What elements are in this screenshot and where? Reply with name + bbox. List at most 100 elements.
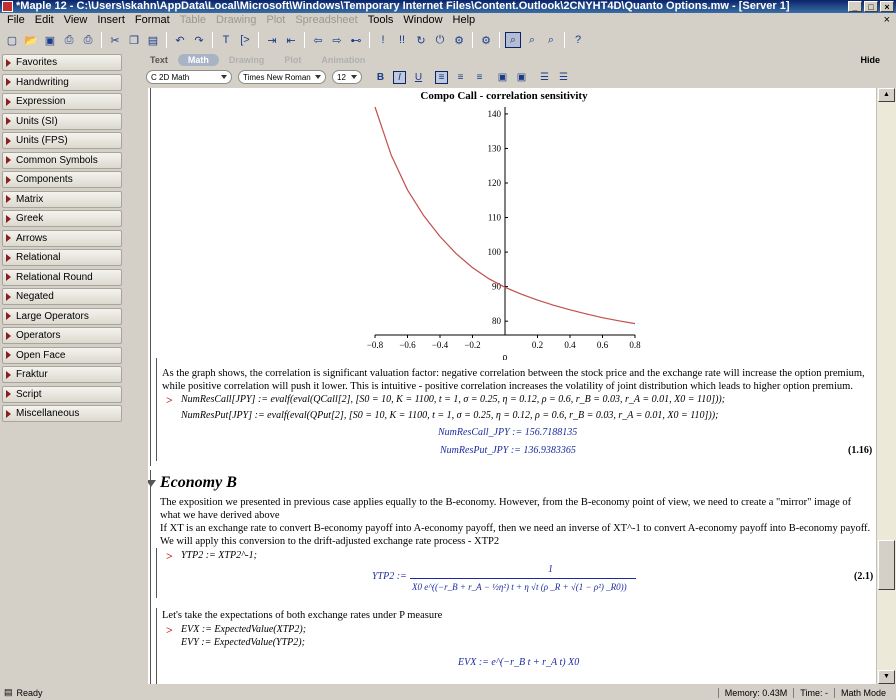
hide-toolbar-button[interactable]: Hide xyxy=(860,55,880,65)
open-icon[interactable]: 📂 xyxy=(23,32,39,48)
section-title: Economy B xyxy=(160,474,237,491)
menu-plot[interactable]: Plot xyxy=(261,13,290,28)
restart-icon[interactable]: ↻ xyxy=(413,32,429,48)
print-icon[interactable]: ⎙ xyxy=(61,32,77,48)
underline-button[interactable]: U xyxy=(412,71,425,84)
palette-handwriting[interactable]: Handwriting xyxy=(2,73,122,91)
numbered-list-icon[interactable]: ☰ xyxy=(557,71,570,84)
vertical-scrollbar[interactable]: ▲ ▼ xyxy=(876,88,896,684)
mode-tab-math[interactable]: Math xyxy=(177,54,219,66)
mode-tab-animation[interactable]: Animation xyxy=(311,54,375,66)
menu-tools[interactable]: Tools xyxy=(363,13,399,28)
expand-triangle-icon xyxy=(6,390,11,398)
math-input-numresput[interactable]: NumResPut[JPY] := evalf(eval(QPut[2], [S… xyxy=(181,410,718,421)
section-icon[interactable]: ⇥ xyxy=(264,32,280,48)
palette-units-fps[interactable]: Units (FPS) xyxy=(2,132,122,149)
scroll-down-button[interactable]: ▼ xyxy=(878,670,895,684)
align-right-icon[interactable]: ≡ xyxy=(473,71,486,84)
palette-expression[interactable]: Expression xyxy=(2,93,122,110)
palette-operators[interactable]: Operators xyxy=(2,327,122,344)
palette-arrows[interactable]: Arrows xyxy=(2,229,122,247)
zoom-1-icon[interactable]: ⌕ xyxy=(505,32,521,48)
palette-units-si[interactable]: Units (SI) xyxy=(2,112,122,130)
save-icon[interactable]: ▣ xyxy=(42,32,58,48)
forward-icon[interactable]: ⇨ xyxy=(329,32,345,48)
back-icon[interactable]: ⇦ xyxy=(310,32,326,48)
mode-tab-text[interactable]: Text xyxy=(140,54,178,66)
new-icon[interactable]: ▢ xyxy=(4,32,20,48)
execution-prompt[interactable]: > xyxy=(166,623,173,638)
worksheet-document[interactable]: Compo Call - correlation sensitivity −0.… xyxy=(148,88,876,684)
close-document-icon[interactable]: × xyxy=(884,14,890,26)
paragraph-economy-b: The exposition we presented in previous … xyxy=(160,497,852,521)
minimize-button[interactable]: _ xyxy=(848,1,862,12)
palette-open-face[interactable]: Open Face xyxy=(2,346,122,364)
interrupt-icon[interactable]: ⏻ xyxy=(432,32,448,48)
print-preview-icon[interactable]: ⎙ xyxy=(80,32,96,48)
zoom-3-icon[interactable]: ⌕ xyxy=(543,32,559,48)
math-input-numrescall[interactable]: NumResCall[JPY] := evalf(eval(QCall[2], … xyxy=(181,394,725,405)
palette-miscellaneous[interactable]: Miscellaneous xyxy=(2,405,122,422)
zoom-2-icon[interactable]: ⌕ xyxy=(524,32,540,48)
close-button[interactable]: × xyxy=(880,1,894,12)
settings-icon[interactable]: ⚙ xyxy=(478,32,494,48)
palette-script[interactable]: Script xyxy=(2,385,122,403)
menu-window[interactable]: Window xyxy=(398,13,447,28)
align-left-icon[interactable]: ≡ xyxy=(435,70,448,84)
bullet-list-icon[interactable]: ☰ xyxy=(538,71,551,84)
math-input-evy[interactable]: EVY := ExpectedValue(YTP2); xyxy=(181,637,305,648)
highlight-color-icon[interactable]: ▣ xyxy=(515,71,528,84)
font-combo[interactable]: Times New Roman xyxy=(238,70,326,84)
panel-splitter[interactable] xyxy=(124,50,130,686)
undo-icon[interactable]: ↶ xyxy=(172,32,188,48)
palette-relational-round[interactable]: Relational Round xyxy=(2,268,122,286)
math-input-ytp2[interactable]: YTP2 := XTP2^-1; xyxy=(181,550,257,561)
style-combo[interactable]: C 2D Math xyxy=(146,70,232,84)
bold-button[interactable]: B xyxy=(374,71,387,84)
text-icon[interactable]: T xyxy=(218,32,234,48)
menu-format[interactable]: Format xyxy=(130,13,175,28)
execute-icon[interactable]: ! xyxy=(375,32,391,48)
execute-all-icon[interactable]: !! xyxy=(394,32,410,48)
copy-icon[interactable]: ❐ xyxy=(126,32,142,48)
maximize-button[interactable]: □ xyxy=(864,1,878,12)
menu-file[interactable]: File xyxy=(2,13,30,28)
palette-common-symbols[interactable]: Common Symbols xyxy=(2,151,122,169)
palette-large-operators[interactable]: Large Operators xyxy=(2,307,122,325)
unsection-icon[interactable]: ⇤ xyxy=(283,32,299,48)
align-center-icon[interactable]: ≡ xyxy=(454,71,467,84)
palette-favorites[interactable]: Favorites xyxy=(2,54,122,71)
menu-help[interactable]: Help xyxy=(448,13,481,28)
paste-icon[interactable]: ▤ xyxy=(145,32,161,48)
debug-icon[interactable]: ⚙ xyxy=(451,32,467,48)
palette-matrix[interactable]: Matrix xyxy=(2,190,122,208)
scroll-up-button[interactable]: ▲ xyxy=(878,88,895,102)
menu-table[interactable]: Table xyxy=(175,13,211,28)
menu-insert[interactable]: Insert xyxy=(92,13,130,28)
scroll-thumb[interactable] xyxy=(878,540,895,590)
mode-tab-drawing[interactable]: Drawing xyxy=(219,54,275,66)
math-output-evx: EVX := e^(−r_B t + r_A t) X0 xyxy=(458,657,580,668)
help-icon[interactable]: ? xyxy=(570,32,586,48)
execution-prompt[interactable]: > xyxy=(166,549,173,564)
palette-relational[interactable]: Relational xyxy=(2,249,122,266)
mode-tab-plot[interactable]: Plot xyxy=(274,54,311,66)
palette-components[interactable]: Components xyxy=(2,171,122,188)
math-input-evx[interactable]: EVX := ExpectedValue(XTP2); xyxy=(181,624,306,635)
palette-negated[interactable]: Negated xyxy=(2,288,122,305)
hyperlink-icon[interactable]: ⊷ xyxy=(348,32,364,48)
menu-drawing[interactable]: Drawing xyxy=(211,13,261,28)
redo-icon[interactable]: ↷ xyxy=(191,32,207,48)
cut-icon[interactable]: ✂ xyxy=(107,32,123,48)
menu-view[interactable]: View xyxy=(59,13,93,28)
font-size-combo[interactable]: 12 xyxy=(332,70,362,84)
palette-fraktur[interactable]: Fraktur xyxy=(2,366,122,383)
text-color-icon[interactable]: ▣ xyxy=(496,71,509,84)
execution-prompt[interactable]: > xyxy=(166,393,173,408)
math-icon[interactable]: [> xyxy=(237,32,253,48)
menu-spreadsheet[interactable]: Spreadsheet xyxy=(290,13,362,28)
menu-edit[interactable]: Edit xyxy=(30,13,59,28)
italic-button[interactable]: I xyxy=(393,70,406,84)
section-collapse-icon[interactable] xyxy=(148,480,156,487)
palette-greek[interactable]: Greek xyxy=(2,210,122,227)
